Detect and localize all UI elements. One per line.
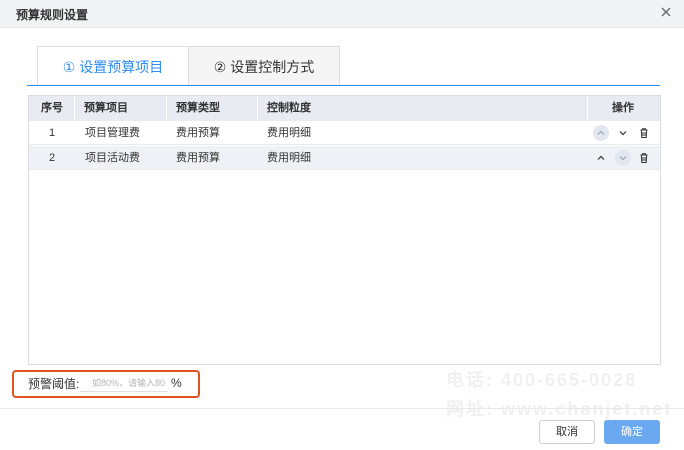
move-down-icon[interactable] [615,125,631,141]
percent-unit: % [171,376,182,390]
table-header: 序号 预算项目 预算类型 控制粒度 操作 [29,96,660,121]
budget-items-table: 序号 预算项目 预算类型 控制粒度 操作 1 项目管理费 费用预算 费用明细 2… [28,95,661,365]
tab-underline [27,85,660,86]
tab-set-budget-items[interactable]: ① 设置预算项目 [37,46,189,86]
move-up-icon[interactable] [593,125,609,141]
cell-index: 2 [49,152,56,164]
column-divider [587,96,588,121]
dialog-title: 预算规则设置 [16,8,89,22]
cell-item: 项目管理费 [85,127,140,139]
header-item: 预算项目 [84,102,128,114]
header-actions: 操作 [612,102,634,114]
header-type: 预算类型 [176,102,220,114]
watermark-phone: 电话: 400-665-0028 [446,370,638,390]
cell-type: 费用预算 [176,127,220,139]
delete-icon[interactable] [636,150,652,166]
warning-threshold-input[interactable] [80,374,168,392]
confirm-button[interactable]: 确定 [604,420,660,444]
cell-type: 费用预算 [176,152,220,164]
cell-index: 1 [49,127,56,139]
move-down-icon[interactable] [615,150,631,166]
footer-divider [0,408,684,409]
table-row[interactable]: 1 项目管理费 费用预算 费用明细 [29,121,660,145]
table-row[interactable]: 2 项目活动费 费用预算 费用明细 [29,146,660,170]
header-granularity: 控制粒度 [267,102,311,114]
dialog-titlebar: 预算规则设置 [0,0,684,28]
cancel-button[interactable]: 取消 [539,420,595,444]
cell-item: 项目活动费 [85,152,140,164]
move-up-icon[interactable] [593,150,609,166]
tab-set-control-method[interactable]: ② 设置控制方式 [188,46,340,86]
warning-threshold-label: 预警阈值: [28,377,80,391]
header-index: 序号 [41,102,63,114]
delete-icon[interactable] [636,125,652,141]
column-divider [74,96,75,121]
cell-granularity: 费用明细 [267,127,311,139]
cell-granularity: 费用明细 [267,152,311,164]
column-divider [166,96,167,121]
close-icon[interactable] [658,4,674,20]
column-divider [257,96,258,121]
